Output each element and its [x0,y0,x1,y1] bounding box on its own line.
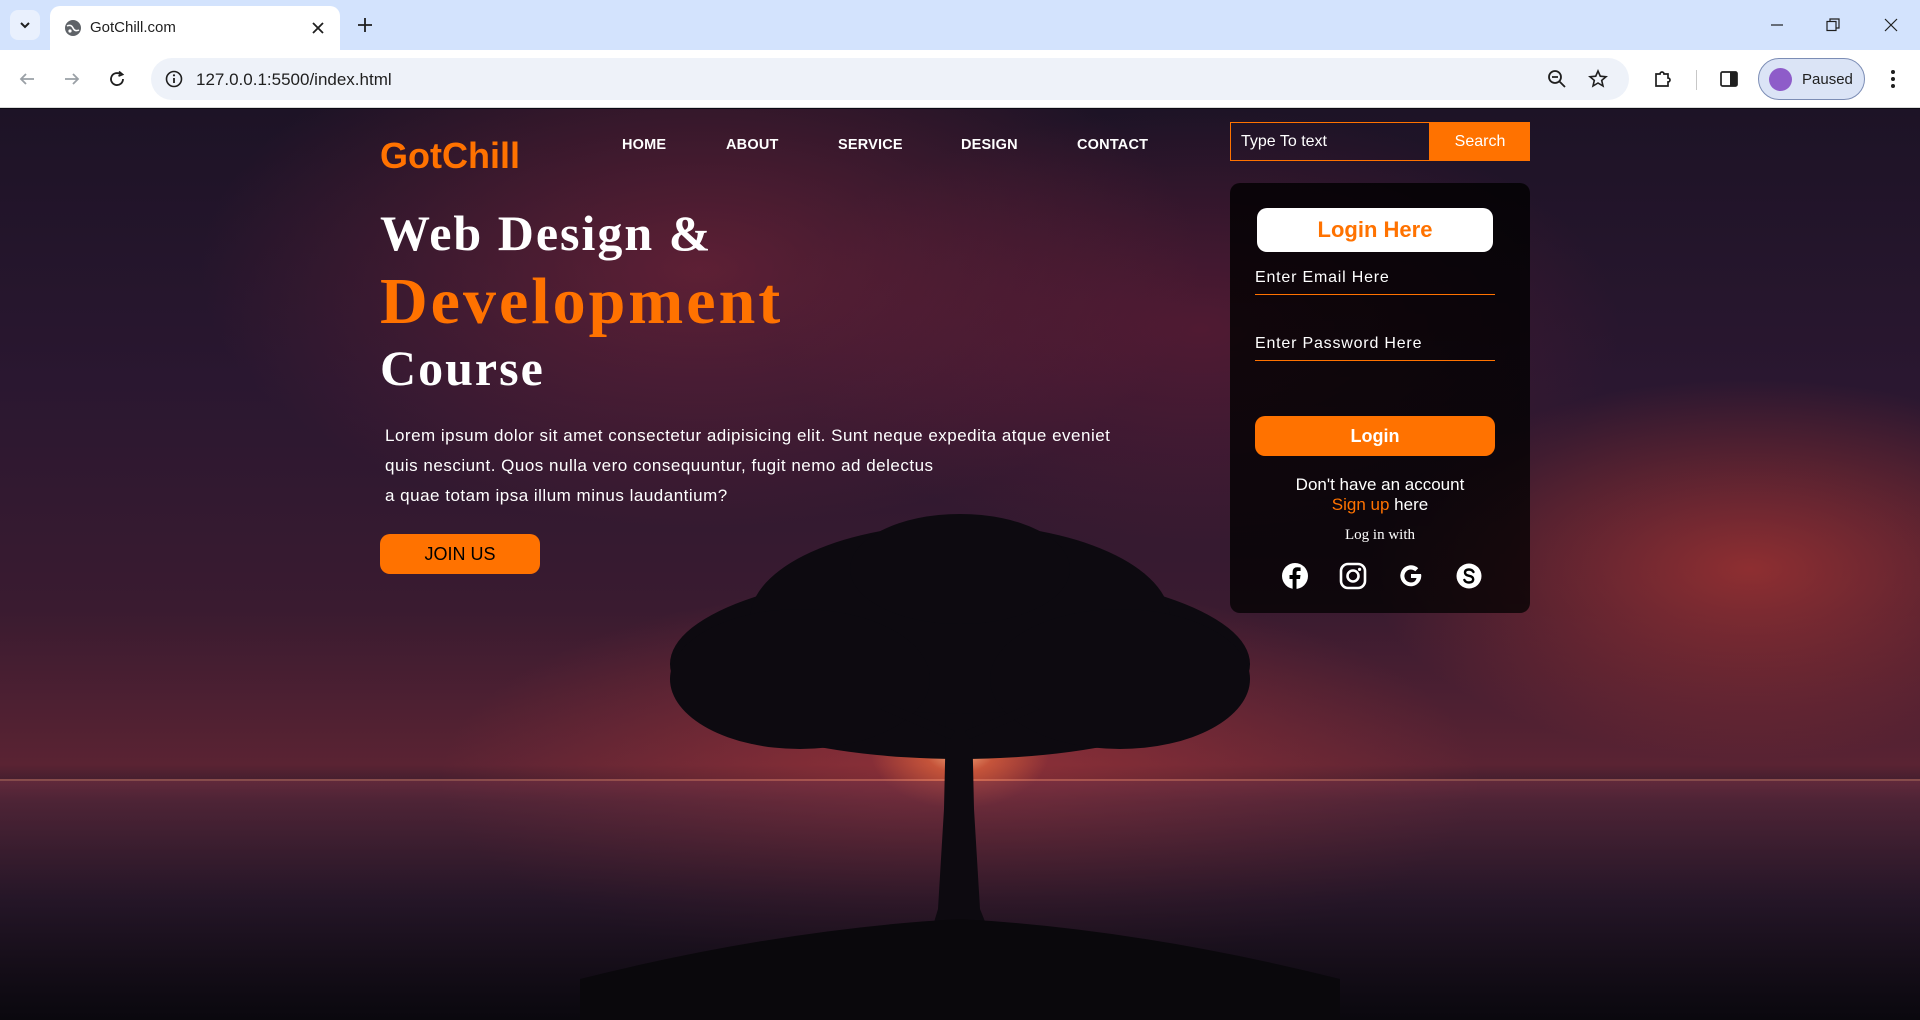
more-vert-icon [1891,70,1895,88]
tab-title: GotChill.com [90,19,176,36]
address-bar[interactable]: 127.0.0.1:5500/index.html [151,58,1629,100]
instagram-icon [1339,562,1367,590]
tab-search-button[interactable] [10,10,40,40]
tab-strip: GotChill.com [0,0,1920,50]
page-viewport: GotChill HOME ABOUT SERVICE DESIGN CONTA… [0,109,1920,1020]
url-text: 127.0.0.1:5500/index.html [196,70,392,89]
restore-button[interactable] [1820,12,1846,38]
browser-tab[interactable]: GotChill.com [50,6,340,50]
site-logo[interactable]: GotChill [380,135,520,177]
globe-icon [65,20,81,36]
skype-icon [1456,563,1482,589]
side-panel-button[interactable] [1716,66,1742,92]
email-field[interactable] [1255,261,1495,295]
info-icon [165,70,183,88]
avatar [1769,68,1792,91]
hero-heading-line1: Web Design & [380,205,713,261]
hero-paragraph-line: Lorem ipsum dolor sit amet consectetur a… [385,426,1111,445]
instagram-button[interactable] [1338,561,1368,591]
hero-paragraph-line: quis nesciunt. Quos nulla vero consequun… [385,456,934,475]
search-button[interactable]: Search [1430,122,1530,161]
signup-suffix: here [1389,495,1429,514]
tab-close-button[interactable] [308,18,328,38]
skype-button[interactable] [1454,561,1484,591]
login-button[interactable]: Login [1255,416,1495,456]
reload-button[interactable] [102,64,132,94]
no-account-text: Don't have an account [1295,475,1465,494]
zoom-button[interactable] [1545,67,1569,91]
profile-status: Paused [1802,71,1853,88]
forward-button[interactable] [57,64,87,94]
restore-icon [1826,18,1840,32]
nav-contact[interactable]: CONTACT [1077,137,1148,153]
close-icon [312,22,324,34]
search-input[interactable] [1230,122,1430,161]
browser-toolbar: 127.0.0.1:5500/index.html Paused [0,50,1920,108]
login-title: Login Here [1257,208,1493,252]
nav-design[interactable]: DESIGN [961,137,1018,153]
hero-paragraph: Lorem ipsum dolor sit amet consectetur a… [385,421,1155,511]
reload-icon [110,70,125,86]
zoom-out-icon [1548,70,1566,88]
back-button[interactable] [12,64,42,94]
nav-service[interactable]: SERVICE [838,137,903,153]
nav-home[interactable]: HOME [622,137,666,153]
close-window-button[interactable] [1878,12,1904,38]
facebook-icon [1282,563,1308,589]
minimize-icon [1771,24,1783,26]
arrow-right-icon [65,73,80,85]
plus-icon [358,18,372,32]
bookmark-button[interactable] [1586,67,1610,91]
side-panel-icon [1720,71,1738,87]
star-icon [1588,69,1608,88]
menu-button[interactable] [1880,66,1906,92]
toolbar-divider [1696,70,1697,90]
close-icon [1884,18,1898,32]
signup-prompt: Don't have an account Sign up here [1230,475,1530,515]
arrow-left-icon [19,73,34,85]
login-form: Login Here Login Don't have an account S… [1230,183,1530,613]
nav-about[interactable]: ABOUT [726,137,779,153]
signup-link[interactable]: Sign up [1332,495,1390,514]
hero-heading-line3: Course [380,340,545,396]
extensions-button[interactable] [1650,66,1676,92]
minimize-button[interactable] [1764,12,1790,38]
login-with-label: Log in with [1345,527,1415,543]
join-us-button[interactable]: JOIN US [380,534,540,574]
google-button[interactable] [1396,561,1426,591]
site-info-button[interactable] [161,66,187,92]
tree-silhouette-image [580,514,1340,1020]
facebook-button[interactable] [1280,561,1310,591]
hero-heading-line2: Development [380,265,784,338]
google-icon [1400,565,1422,587]
hero-paragraph-line: a quae totam ipsa illum minus laudantium… [385,486,728,505]
chevron-down-icon [20,22,30,29]
profile-button[interactable]: Paused [1758,58,1865,100]
puzzle-icon [1655,71,1671,87]
password-field[interactable] [1255,327,1495,361]
new-tab-button[interactable] [352,12,378,38]
